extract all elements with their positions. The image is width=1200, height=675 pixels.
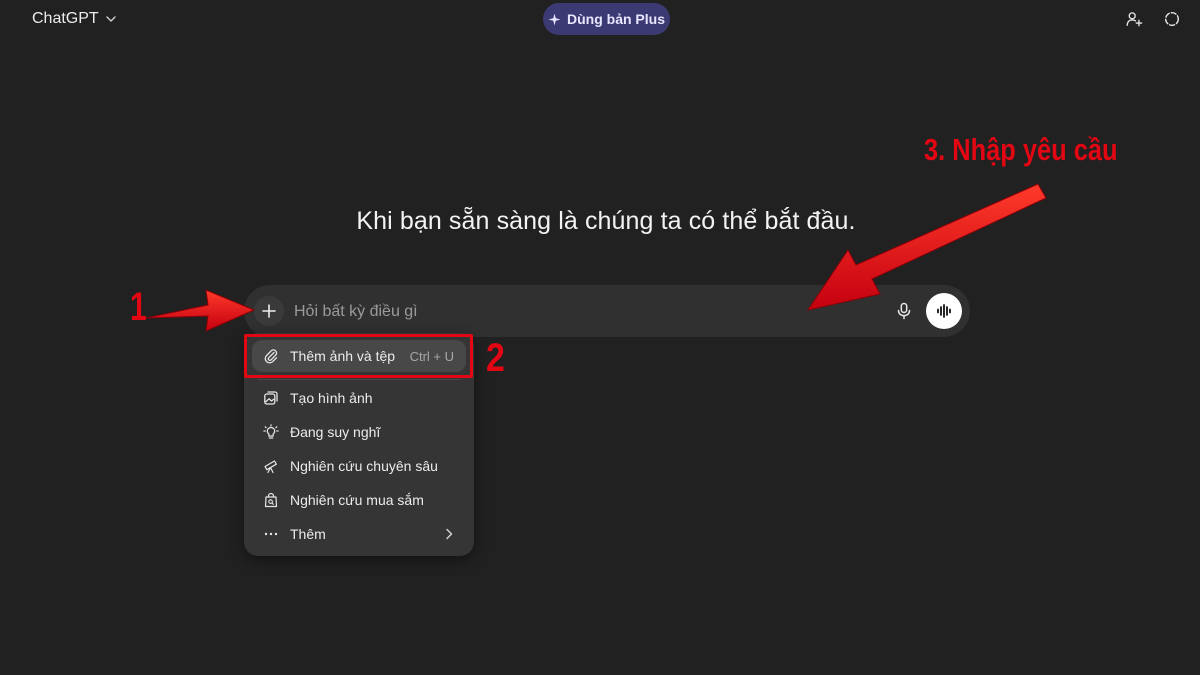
menu-item-label: Tạo hình ảnh: [290, 390, 373, 406]
menu-divider: [258, 379, 460, 380]
telescope-icon: [262, 457, 280, 475]
microphone-icon: [897, 302, 911, 320]
model-name: ChatGPT: [32, 10, 99, 27]
upgrade-plus-button[interactable]: Dùng bản Plus: [543, 3, 670, 35]
annotation-arrows: [145, 183, 1047, 332]
menu-item-shopping-research[interactable]: Nghiên cứu mua sắm: [252, 484, 466, 516]
plus-icon: [262, 304, 276, 318]
menu-item-label: Nghiên cứu mua sắm: [290, 492, 424, 508]
composer: [244, 285, 970, 337]
menu-item-add-photos-files[interactable]: Thêm ảnh và tệp Ctrl + U: [252, 340, 466, 372]
model-switcher[interactable]: ChatGPT: [20, 6, 129, 32]
annotation-step-1: 1: [130, 285, 147, 329]
voice-mode-button[interactable]: [926, 293, 962, 329]
composer-plus-menu: Thêm ảnh và tệp Ctrl + U Tạo hình ảnh Đa…: [244, 333, 474, 556]
menu-item-shortcut: Ctrl + U: [409, 348, 454, 364]
chevron-down-icon: [105, 16, 116, 22]
chevron-right-icon: [442, 527, 456, 541]
dictate-button[interactable]: [892, 299, 916, 323]
voice-waveform-icon: [937, 304, 951, 318]
chatgpt-page: ChatGPT Dùng bản Plus Khi bạn sẵn sàng l…: [0, 0, 1200, 675]
menu-item-thinking[interactable]: Đang suy nghĩ: [252, 416, 466, 448]
menu-item-label: Thêm: [290, 526, 326, 542]
more-dots-icon: [262, 525, 280, 543]
sparkle-icon: [548, 12, 561, 26]
prompt-input[interactable]: [292, 299, 896, 325]
annotation-step-3: 3. Nhập yêu cầu: [924, 132, 1118, 167]
menu-item-more[interactable]: Thêm: [252, 518, 466, 550]
upgrade-plus-label: Dùng bản Plus: [567, 11, 665, 27]
annotation-arrow-1: [145, 289, 256, 332]
temporary-chat-button[interactable]: [1161, 8, 1183, 30]
composer-plus-button[interactable]: [254, 296, 284, 326]
shopping-bag-search-icon: [262, 491, 280, 509]
add-person-button[interactable]: [1123, 8, 1145, 30]
menu-item-label: Nghiên cứu chuyên sâu: [290, 458, 438, 474]
add-person-icon: [1126, 12, 1143, 27]
dashed-circle-icon: [1164, 11, 1180, 27]
lightbulb-icon: [262, 423, 280, 441]
image-create-icon: [262, 389, 280, 407]
annotation-step-2: 2: [486, 336, 505, 380]
paperclip-icon: [262, 347, 280, 365]
menu-item-label: Đang suy nghĩ: [290, 424, 381, 440]
menu-item-label: Thêm ảnh và tệp: [290, 348, 396, 364]
menu-item-create-image[interactable]: Tạo hình ảnh: [252, 382, 466, 414]
page-headline: Khi bạn sẵn sàng là chúng ta có thể bắt …: [356, 207, 856, 235]
menu-item-deep-research[interactable]: Nghiên cứu chuyên sâu: [252, 450, 466, 482]
